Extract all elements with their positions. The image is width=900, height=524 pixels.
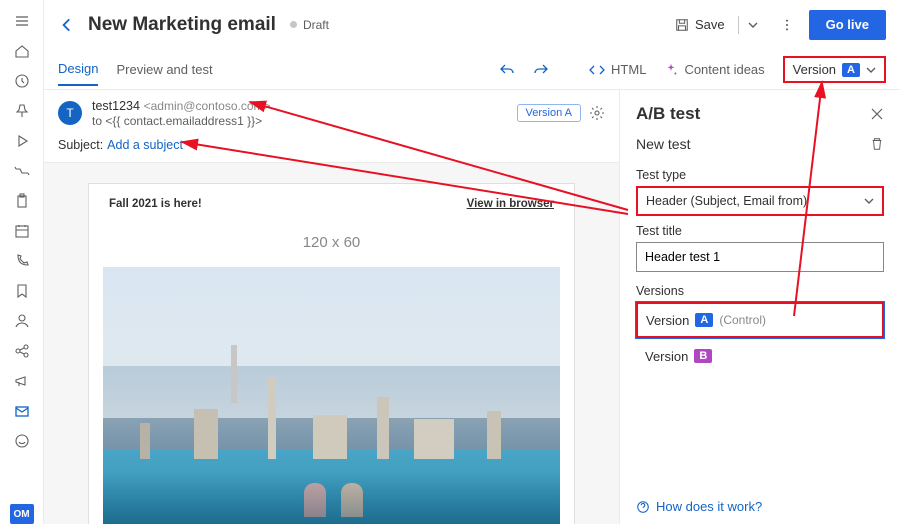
version-a-item[interactable]: Version A (Control): [636, 302, 884, 338]
app-navigation-rail: OM: [0, 0, 44, 524]
version-b-chip-icon: B: [694, 349, 712, 363]
version-b-text: Version: [645, 349, 688, 364]
test-title-input[interactable]: [636, 242, 884, 272]
clipboard-icon[interactable]: [6, 186, 38, 216]
html-view-button[interactable]: HTML: [589, 62, 646, 78]
version-b-item[interactable]: Version B: [636, 338, 884, 374]
test-type-select[interactable]: Header (Subject, Email from): [636, 186, 884, 216]
emoji-icon[interactable]: [6, 426, 38, 456]
header-settings-gear-icon[interactable]: [589, 105, 605, 121]
test-type-label: Test type: [636, 168, 884, 182]
how-does-it-work-link[interactable]: How does it work?: [636, 499, 762, 514]
version-a-chip-icon: A: [695, 313, 713, 327]
delete-test-button[interactable]: [870, 137, 884, 151]
version-a-text: Version: [646, 313, 689, 328]
help-link-text: How does it work?: [656, 499, 762, 514]
page-header: New Marketing email Draft Save Go live: [44, 0, 900, 50]
to-value[interactable]: <{{ contact.emailaddress1 }}>: [105, 114, 262, 128]
menu-icon[interactable]: [6, 6, 38, 36]
overflow-menu-button[interactable]: [773, 11, 801, 39]
new-test-heading: New test: [636, 136, 690, 152]
share-icon[interactable]: [6, 336, 38, 366]
chevron-down-icon: [866, 65, 876, 75]
from-address[interactable]: <admin@contoso.com>: [144, 99, 271, 113]
email-canvas-area: T test1234 <admin@contoso.com> to <{{ co…: [44, 90, 620, 524]
person-icon[interactable]: [6, 306, 38, 336]
undo-button[interactable]: [499, 62, 515, 78]
header-version-tag: Version A: [517, 104, 581, 122]
test-title-label: Test title: [636, 224, 884, 238]
html-label: HTML: [611, 62, 646, 77]
ab-test-panel: A/B test New test Test type Header (Subj…: [620, 90, 900, 524]
from-name[interactable]: test1234: [92, 99, 140, 113]
pin-icon[interactable]: [6, 96, 38, 126]
save-label: Save: [695, 17, 725, 32]
logo-placeholder[interactable]: 120 x 60: [89, 224, 574, 267]
calendar-icon[interactable]: [6, 216, 38, 246]
test-type-value: Header (Subject, Email from): [646, 194, 807, 208]
chevron-down-icon: [864, 196, 874, 206]
editor-toolbar: Design Preview and test HTML Content ide…: [44, 50, 900, 90]
subject-label: Subject:: [58, 138, 103, 152]
subject-input[interactable]: Add a subject: [107, 138, 183, 152]
to-label: to: [92, 114, 102, 128]
email-envelope-header: T test1234 <admin@contoso.com> to <{{ co…: [44, 90, 619, 163]
version-label: Version: [793, 62, 836, 77]
go-live-button[interactable]: Go live: [809, 10, 886, 40]
content-ideas-button[interactable]: Content ideas: [664, 62, 764, 77]
status-dot-icon: [290, 21, 297, 28]
versions-label: Versions: [636, 284, 884, 298]
megaphone-icon[interactable]: [6, 366, 38, 396]
panel-title: A/B test: [636, 104, 700, 124]
help-icon: [636, 500, 650, 514]
hero-image-placeholder[interactable]: [103, 267, 560, 524]
flow-icon[interactable]: [6, 156, 38, 186]
save-button[interactable]: Save: [664, 11, 736, 39]
back-button[interactable]: [58, 16, 76, 34]
save-chevron-icon[interactable]: [741, 11, 765, 39]
redo-button[interactable]: [533, 62, 549, 78]
panel-close-button[interactable]: [870, 107, 884, 121]
save-split-button[interactable]: Save: [664, 11, 765, 39]
bookmark-icon[interactable]: [6, 276, 38, 306]
tab-design[interactable]: Design: [58, 53, 98, 86]
version-selector[interactable]: Version A: [783, 56, 886, 83]
mail-icon[interactable]: [6, 396, 38, 426]
org-badge[interactable]: OM: [10, 504, 34, 524]
phone-icon[interactable]: [6, 246, 38, 276]
recent-icon[interactable]: [6, 66, 38, 96]
preheader-text[interactable]: Fall 2021 is here!: [109, 198, 202, 210]
content-ideas-label: Content ideas: [684, 62, 764, 77]
control-tag: (Control): [719, 313, 766, 327]
tab-preview[interactable]: Preview and test: [116, 54, 212, 85]
view-in-browser-link[interactable]: View in browser: [467, 198, 554, 210]
play-icon[interactable]: [6, 126, 38, 156]
status-text: Draft: [303, 18, 329, 32]
email-body-canvas[interactable]: Fall 2021 is here! View in browser 120 x…: [44, 163, 619, 524]
page-title: New Marketing email: [88, 14, 276, 36]
sender-avatar: T: [58, 101, 82, 125]
version-a-chip-icon: A: [842, 63, 860, 77]
home-icon[interactable]: [6, 36, 38, 66]
